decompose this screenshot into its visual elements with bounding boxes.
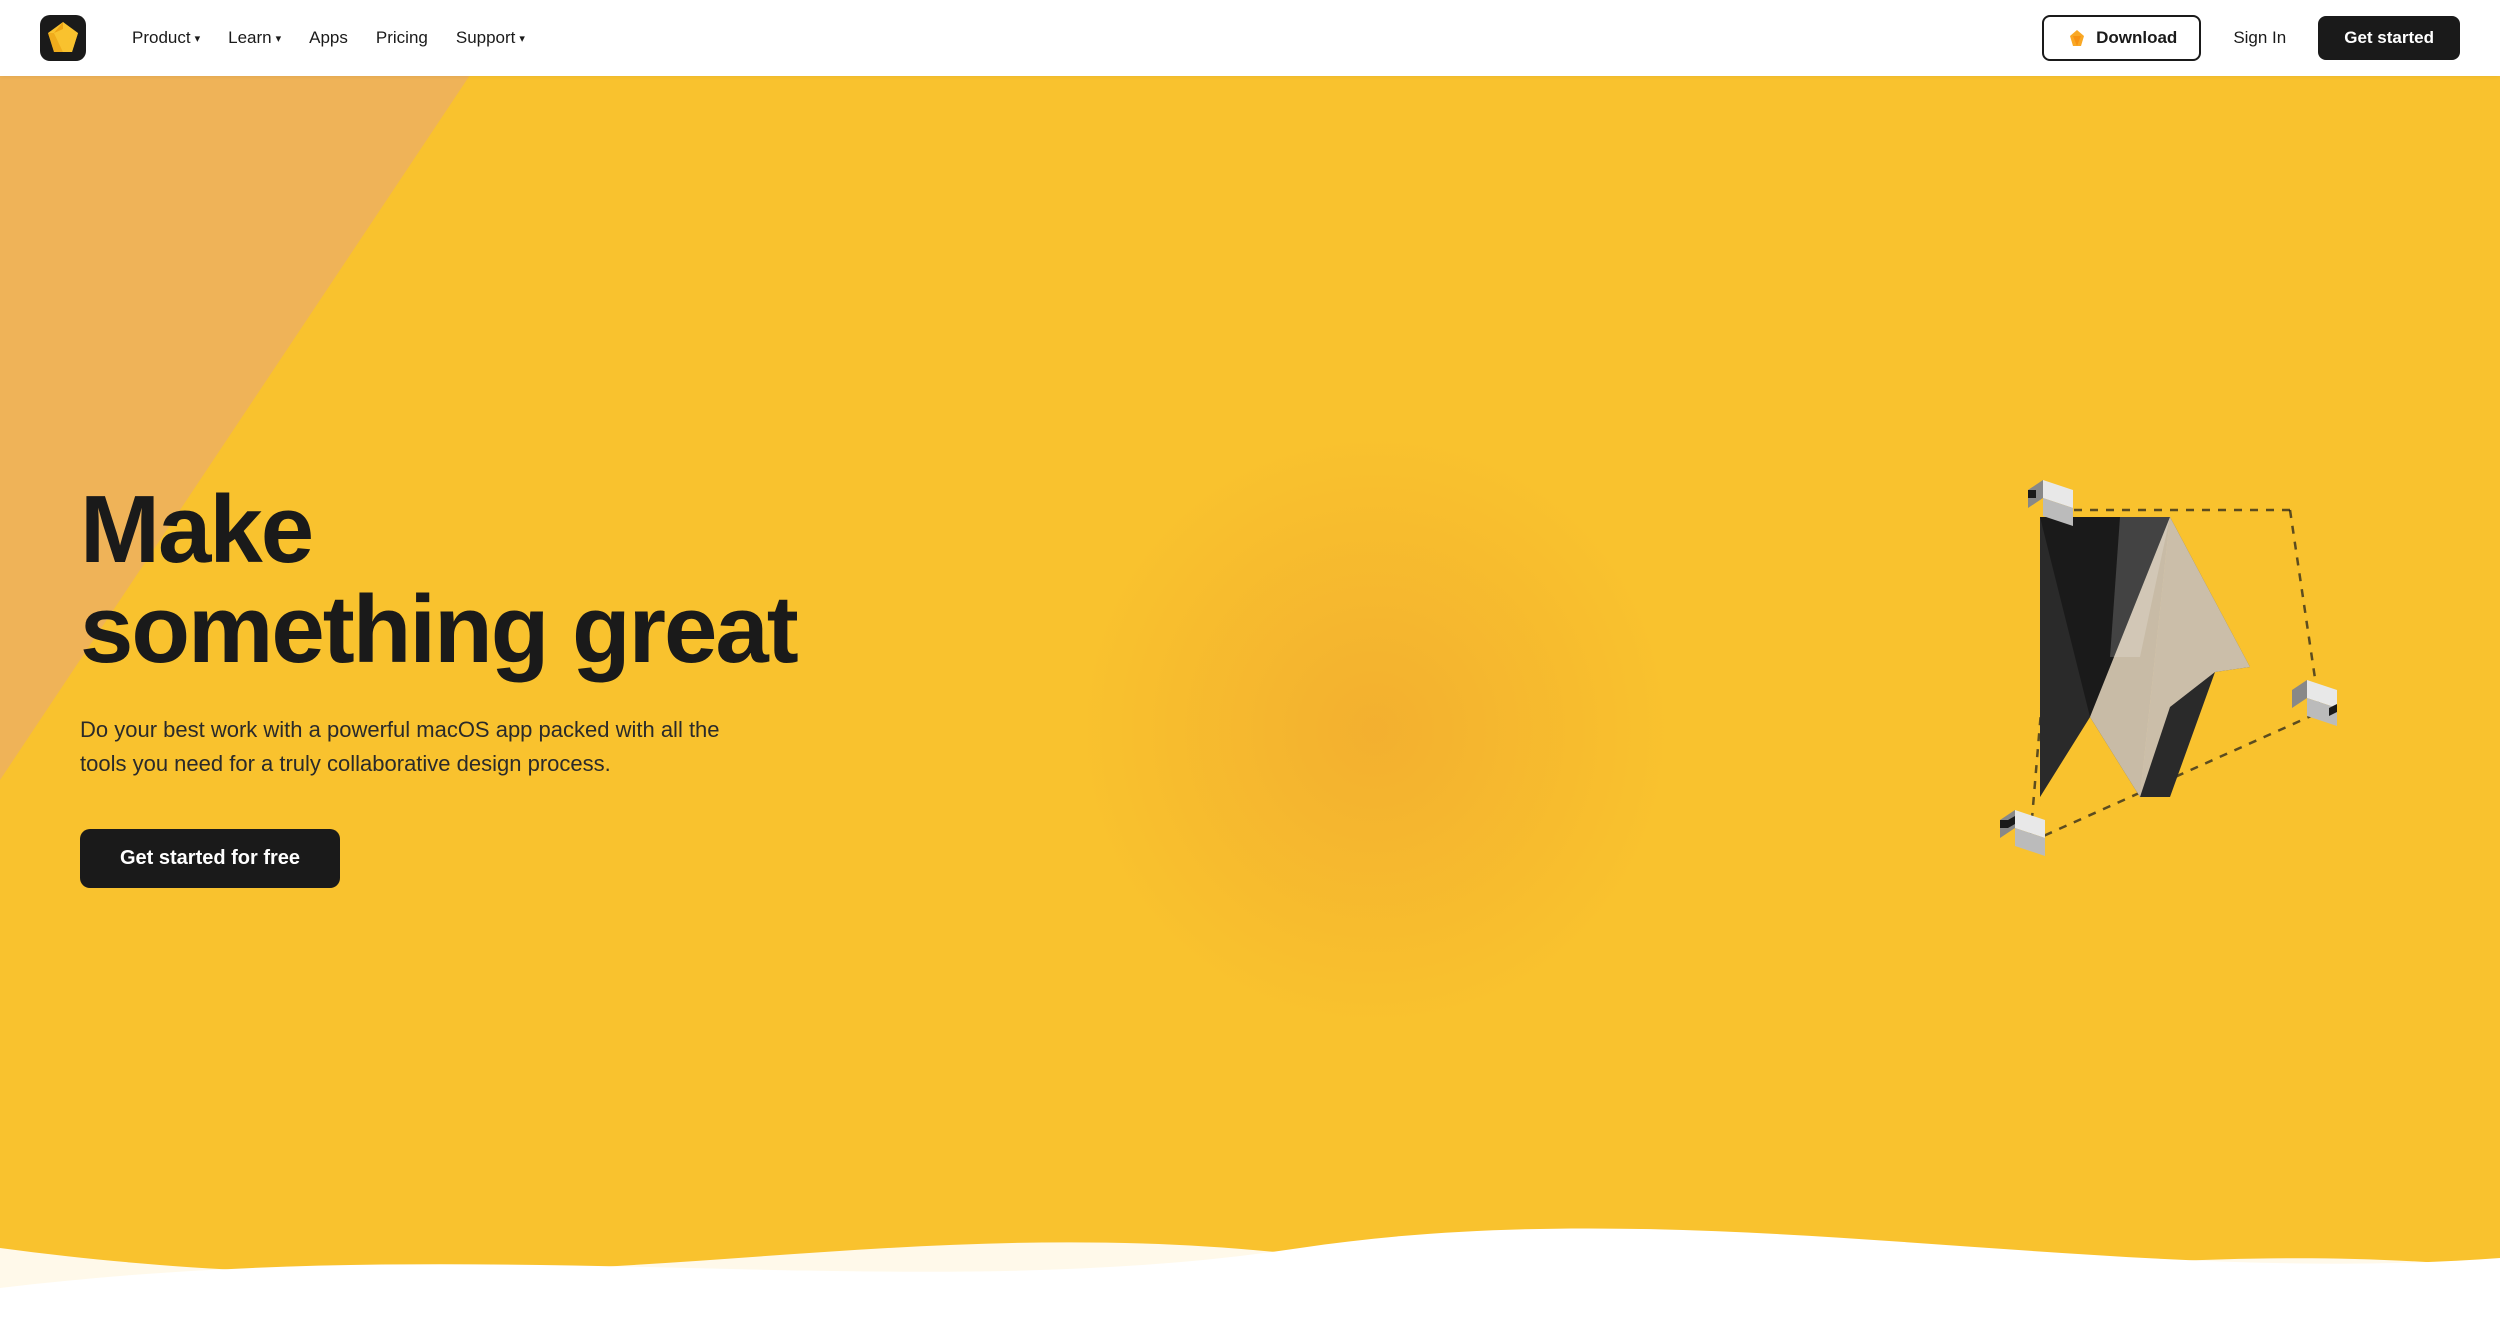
nav-item-pricing[interactable]: Pricing xyxy=(366,20,438,56)
hero-title: Make something great xyxy=(80,480,797,682)
sketch-gem-icon xyxy=(2066,27,2088,49)
chevron-down-icon: ▾ xyxy=(519,32,525,45)
nav-label-learn: Learn xyxy=(228,28,271,48)
cursor-illustration xyxy=(1910,422,2390,982)
illustration-svg xyxy=(1910,422,2390,982)
download-label: Download xyxy=(2096,28,2177,48)
hero-cta-label: Get started for free xyxy=(120,847,300,869)
nav-label-pricing: Pricing xyxy=(376,28,428,48)
nav-items: Product ▾ Learn ▾ Apps Pricing Support ▾ xyxy=(122,20,535,56)
nav-actions: Download Sign In Get started xyxy=(2042,15,2460,61)
getstarted-nav-button[interactable]: Get started xyxy=(2318,16,2460,60)
nav-item-product[interactable]: Product ▾ xyxy=(122,20,210,56)
download-button[interactable]: Download xyxy=(2042,15,2201,61)
nav-label-apps: Apps xyxy=(309,28,348,48)
hero-content: Make something great Do your best work w… xyxy=(0,480,797,889)
getstarted-nav-label: Get started xyxy=(2344,28,2434,47)
nav-label-product: Product xyxy=(132,28,191,48)
nav-item-learn[interactable]: Learn ▾ xyxy=(218,20,291,56)
sketch-logo-icon xyxy=(40,15,86,61)
navbar: Product ▾ Learn ▾ Apps Pricing Support ▾ xyxy=(0,0,2500,76)
nav-label-support: Support xyxy=(456,28,516,48)
hero-illustration xyxy=(1800,76,2500,1328)
bg-circle xyxy=(1075,430,1675,1030)
logo[interactable] xyxy=(40,15,86,61)
nav-item-apps[interactable]: Apps xyxy=(299,20,358,56)
hero-section: Make something great Do your best work w… xyxy=(0,0,2500,1328)
hero-subtitle: Do your best work with a powerful macOS … xyxy=(80,713,720,781)
hero-cta-button[interactable]: Get started for free xyxy=(80,829,340,888)
signin-label: Sign In xyxy=(2233,28,2286,47)
chevron-down-icon: ▾ xyxy=(276,32,282,45)
chevron-down-icon: ▾ xyxy=(195,32,201,45)
nav-item-support[interactable]: Support ▾ xyxy=(446,20,535,56)
signin-button[interactable]: Sign In xyxy=(2217,18,2302,58)
